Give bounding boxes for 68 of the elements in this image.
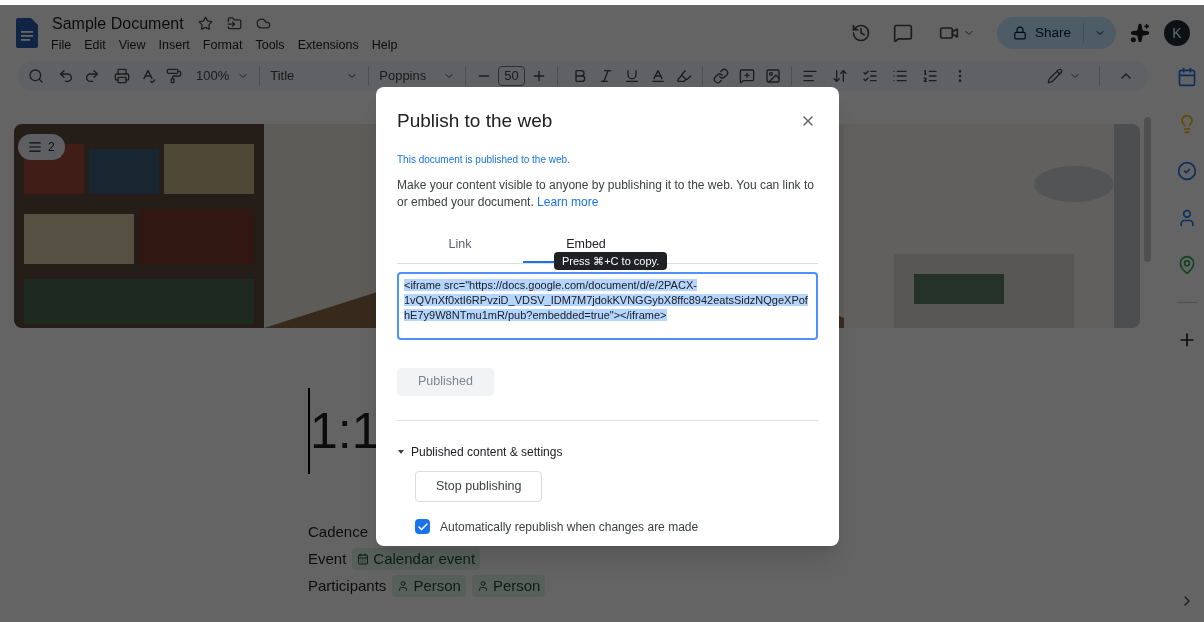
menu-item[interactable]: Format (202, 35, 243, 55)
calendar-chip[interactable]: Calendar event (352, 547, 481, 571)
tab[interactable]: Link (397, 234, 523, 263)
map-pin-icon[interactable] (1177, 255, 1197, 275)
menu-item[interactable]: Tools (255, 35, 285, 55)
document-title[interactable]: Sample Document (52, 11, 184, 36)
document-icon[interactable] (16, 18, 38, 48)
sparkle-icon[interactable] (1130, 23, 1150, 43)
image-icon[interactable] (764, 68, 781, 84)
field-label: Participants (308, 575, 387, 596)
folder-icon[interactable] (226, 16, 242, 32)
cloud-icon[interactable] (255, 16, 271, 32)
tasks-icon[interactable] (1177, 161, 1197, 181)
settings-toggle[interactable]: Published content & settings (397, 442, 818, 461)
field-label: Event (308, 548, 347, 569)
tooltip: Press ⌘+C to copy. (554, 251, 668, 270)
star-icon[interactable] (197, 16, 213, 32)
bullet-list-icon[interactable] (891, 68, 908, 84)
menu-item[interactable]: File (51, 35, 72, 55)
numbered-list-icon[interactable] (921, 68, 938, 84)
person-chip[interactable]: Person (392, 574, 466, 598)
menu-item[interactable]: View (118, 35, 146, 55)
stop-publishing-button[interactable]: Stop publishing (415, 470, 543, 502)
description: Make your content visible to anyone by publishing it to the web. You can link to or embed your document. Learn more (397, 176, 815, 211)
outline-icon (28, 140, 42, 154)
document-heading: 1:1 (310, 406, 380, 456)
pencil-icon[interactable] (1047, 68, 1063, 84)
undo-icon[interactable] (58, 68, 74, 84)
link-icon[interactable] (712, 68, 729, 84)
checklist-icon[interactable] (861, 68, 878, 84)
outline-button[interactable]: 2 (18, 134, 65, 160)
person-icon (397, 580, 410, 592)
learn-more-link[interactable]: Learn more (537, 194, 599, 209)
print-icon[interactable] (114, 68, 130, 84)
person-chip[interactable]: Person (471, 574, 546, 598)
search-icon[interactable] (28, 68, 44, 84)
calendar-icon (357, 553, 370, 565)
line-spacing-icon[interactable] (831, 68, 848, 84)
paint-roller-icon[interactable] (166, 68, 182, 84)
text-color-icon[interactable] (649, 68, 666, 84)
font-dropdown[interactable]: Poppins (379, 66, 456, 86)
style-dropdown[interactable]: Title (270, 66, 359, 86)
lock-icon (1012, 26, 1027, 40)
redo-icon[interactable] (84, 68, 100, 84)
avatar[interactable]: K (1164, 20, 1190, 46)
history-icon[interactable] (850, 23, 871, 43)
checkbox[interactable] (415, 519, 430, 534)
menu-item[interactable]: Help (371, 35, 398, 55)
calendar-icon[interactable] (1177, 67, 1197, 87)
font-size-field[interactable]: 50 (498, 66, 525, 86)
underline-icon[interactable] (623, 68, 640, 84)
field-label: Cadence (308, 521, 369, 542)
comment-icon[interactable] (892, 23, 913, 43)
status-message: This document is published to the web. (397, 152, 571, 167)
share-button[interactable]: Share (996, 17, 1116, 49)
spellcheck-icon[interactable] (140, 68, 156, 84)
menu-item[interactable]: Edit (84, 35, 106, 55)
person-icon (476, 580, 489, 592)
align-icon[interactable] (801, 68, 818, 84)
embed-code-field[interactable]: <iframe src="https://docs.google.com/document/d/e/2PACX-1vQVnXf0xtI6RPvziD_VDSV_IDM7M7jdokKVNGGybX8ffc8942eatsSidzNQgeXPofhE7y9W8NTmu1mR/pub?embedded=true"></iframe> (397, 271, 818, 340)
dialog-title: Publish to the web (397, 109, 553, 133)
contacts-icon[interactable] (1177, 208, 1197, 228)
highlighter-icon[interactable] (675, 68, 692, 84)
menu-item[interactable]: Extensions (297, 35, 359, 55)
checkbox-label: Automatically republish when changes are made (440, 518, 699, 536)
add-comment-icon[interactable] (738, 68, 755, 84)
menu-item[interactable]: Insert (158, 35, 190, 55)
zoom-dropdown[interactable]: 100% (196, 66, 250, 86)
